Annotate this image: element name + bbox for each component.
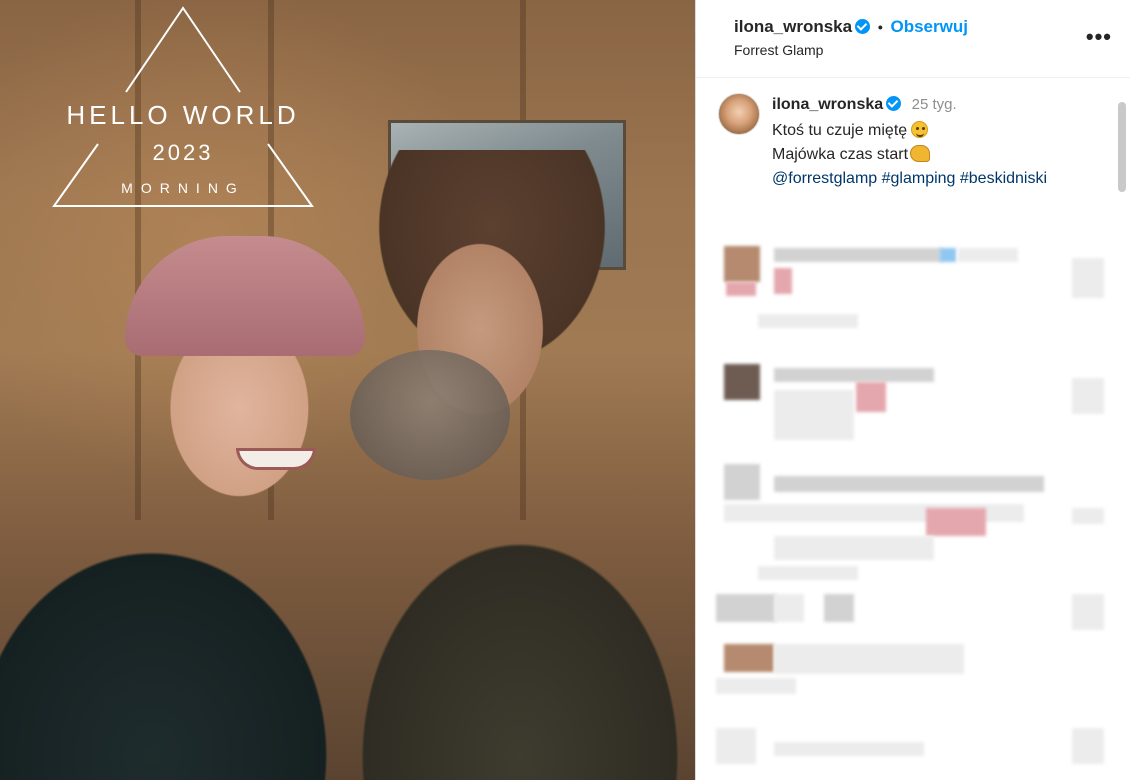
- verified-badge-icon: [855, 19, 871, 34]
- header-username[interactable]: ilona_wronska: [734, 17, 852, 36]
- scrollbar-thumb[interactable]: [1118, 102, 1126, 192]
- header-user-row: ilona_wronska • Obserwuj: [734, 17, 968, 37]
- more-options-icon[interactable]: •••: [1086, 24, 1112, 50]
- comments-list: [696, 218, 1116, 780]
- hello-world-logo: HELLO WORLD 2023 MORNING: [50, 4, 316, 210]
- post-photo[interactable]: HELLO WORLD 2023 MORNING: [0, 0, 695, 780]
- winking-face-icon: [911, 121, 929, 138]
- caption-line-2: Majówka czas start: [772, 145, 931, 164]
- avatar[interactable]: [718, 93, 760, 135]
- caption-line-1: Ktoś tu czuje miętę: [772, 121, 929, 140]
- post-header: ilona_wronska • Obserwuj Forrest Glamp •…: [696, 0, 1130, 78]
- follow-button[interactable]: Obserwuj: [890, 17, 967, 36]
- caption-username[interactable]: ilona_wronska: [772, 96, 883, 113]
- caption-user-row: ilona_wronska 25 tyg.: [772, 96, 957, 114]
- post-side-panel: ilona_wronska • Obserwuj Forrest Glamp •…: [695, 0, 1130, 780]
- logo-subtitle: MORNING: [121, 180, 245, 196]
- woman-smile: [236, 448, 316, 470]
- location-link[interactable]: Forrest Glamp: [734, 42, 823, 58]
- post-caption: ilona_wronska 25 tyg. Ktoś tu czuje mięt…: [696, 78, 1130, 218]
- logo-year: 2023: [152, 140, 214, 165]
- comments-scrollbar[interactable]: [1116, 80, 1128, 780]
- separator-dot: •: [877, 19, 883, 35]
- verified-badge-icon: [886, 96, 902, 111]
- caption-text-2: Majówka czas start: [772, 146, 909, 163]
- logo-title: HELLO WORLD: [66, 100, 300, 130]
- caption-tags[interactable]: @forrestglamp #glamping #beskidniski: [772, 170, 1047, 188]
- caption-text-1: Ktoś tu czuje miętę: [772, 122, 908, 139]
- flexed-biceps-icon: [910, 145, 931, 162]
- post-timestamp[interactable]: 25 tyg.: [912, 96, 957, 113]
